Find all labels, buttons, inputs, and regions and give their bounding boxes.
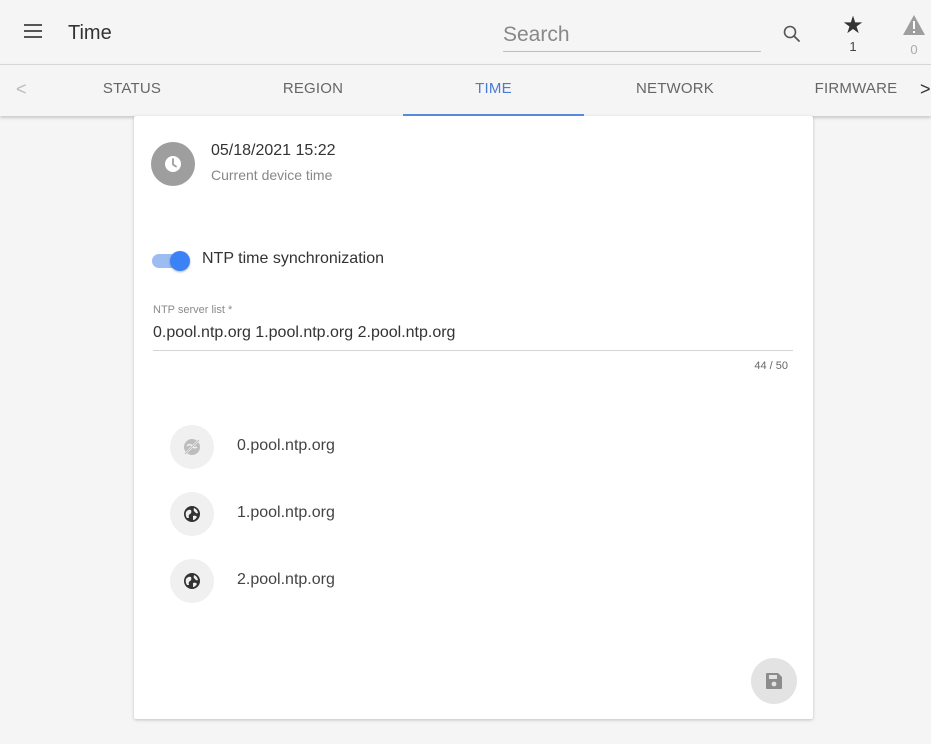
tab-scroll-right-icon[interactable]: > [920, 79, 931, 100]
menu-icon[interactable] [24, 24, 42, 38]
list-item: 1.pool.ntp.org [170, 492, 470, 536]
server-name: 2.pool.ntp.org [237, 571, 335, 588]
list-item: 0.pool.ntp.org [170, 425, 470, 469]
globe-icon [170, 559, 214, 603]
tab-scroll-left-icon[interactable]: < [16, 79, 27, 100]
star-icon: ★ [842, 12, 864, 39]
tab-bar: < STATUS REGION TIME NETWORK FIRMWARE > [0, 64, 931, 116]
ntp-server-list-input[interactable]: 0.pool.ntp.org 1.pool.ntp.org 2.pool.ntp… [153, 324, 793, 342]
alerts-button[interactable]: 0 [901, 14, 927, 57]
alerts-count: 0 [910, 42, 918, 57]
tab-time[interactable]: TIME [403, 65, 584, 115]
search-icon[interactable] [782, 24, 802, 44]
ntp-server-list-label: NTP server list * [153, 304, 233, 316]
server-name: 0.pool.ntp.org [237, 437, 335, 454]
app-header: Time ★ 1 0 [0, 0, 931, 64]
character-counter: 44 / 50 [754, 360, 788, 372]
ntp-sync-toggle[interactable] [152, 251, 192, 271]
search-field[interactable] [503, 20, 761, 52]
tab-network[interactable]: NETWORK [605, 65, 745, 115]
time-settings-card: 05/18/2021 15:22 Current device time NTP… [134, 116, 813, 719]
list-item: 2.pool.ntp.org [170, 559, 470, 603]
device-time-caption: Current device time [211, 167, 333, 183]
warning-icon [903, 15, 925, 35]
page-title: Time [68, 22, 112, 44]
save-button[interactable] [751, 658, 797, 704]
favorites-button[interactable]: ★ 1 [840, 14, 866, 56]
tab-status[interactable]: STATUS [62, 65, 202, 115]
input-underline [153, 350, 793, 351]
globe-icon [170, 492, 214, 536]
current-device-time: 05/18/2021 15:22 [211, 142, 336, 159]
server-name: 1.pool.ntp.org [237, 504, 335, 521]
clock-icon [151, 142, 195, 186]
floppy-disk-icon [766, 673, 782, 689]
globe-off-icon [170, 425, 214, 469]
favorites-count: 1 [849, 39, 857, 54]
search-input[interactable] [503, 20, 761, 50]
ntp-sync-label: NTP time synchronization [202, 250, 384, 267]
tab-region[interactable]: REGION [243, 65, 383, 115]
tab-firmware[interactable]: FIRMWARE [786, 65, 926, 115]
